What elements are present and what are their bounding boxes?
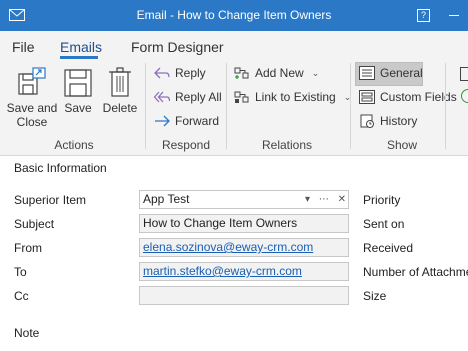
link-to-existing-button[interactable]: Link to Existing ⌄ bbox=[234, 90, 351, 104]
delete-button[interactable]: Delete bbox=[102, 66, 138, 115]
relations-group-label: Relations bbox=[261, 138, 313, 152]
title-bar: Email - How to Change Item Owners ? bbox=[0, 0, 468, 31]
reply-all-button[interactable]: Reply All bbox=[154, 90, 222, 104]
add-new-icon bbox=[234, 66, 250, 80]
forward-button[interactable]: Forward bbox=[154, 114, 219, 128]
general-icon bbox=[359, 66, 375, 80]
general-label: General bbox=[380, 66, 423, 80]
save-and-close-label-1: Save and bbox=[6, 101, 58, 115]
custom-fields-button[interactable]: Custom Fields bbox=[359, 90, 457, 104]
superior-item-value: App Test bbox=[143, 192, 190, 206]
window-title: Email - How to Change Item Owners bbox=[136, 8, 332, 22]
custom-fields-icon bbox=[359, 90, 375, 104]
reply-icon bbox=[154, 66, 170, 80]
reply-button[interactable]: Reply bbox=[154, 66, 206, 80]
subject-field[interactable]: How to Change Item Owners bbox=[139, 214, 349, 233]
chevron-down-icon: ⌄ bbox=[311, 67, 320, 78]
from-label: From bbox=[14, 241, 42, 255]
section-title-basic-information: Basic Information bbox=[14, 161, 107, 175]
save-and-close-label-2: Close bbox=[16, 115, 48, 129]
clear-icon[interactable]: ✕ bbox=[338, 194, 346, 205]
history-button[interactable]: History bbox=[359, 114, 417, 128]
delete-label: Delete bbox=[102, 101, 138, 115]
number-of-attachments-label: Number of Attachments bbox=[363, 265, 468, 279]
trash-icon bbox=[107, 67, 133, 101]
clipped-green-icon bbox=[461, 89, 468, 103]
save-and-close-button[interactable]: Save and Close bbox=[6, 66, 58, 129]
ribbon-tabs: File Emails Form Designer bbox=[0, 31, 468, 59]
link-to-existing-label: Link to Existing bbox=[255, 90, 336, 104]
minimize-button[interactable] bbox=[449, 15, 459, 16]
subject-label: Subject bbox=[14, 217, 55, 231]
general-button[interactable]: General bbox=[359, 66, 423, 80]
note-label: Note bbox=[14, 326, 40, 340]
save-icon bbox=[63, 69, 93, 101]
tab-form-designer[interactable]: Form Designer bbox=[131, 39, 224, 55]
forward-label: Forward bbox=[175, 114, 220, 128]
from-field[interactable]: elena.sozinova@eway-crm.com bbox=[139, 238, 349, 257]
show-group-label: Show bbox=[386, 138, 418, 152]
link-to-existing-icon bbox=[234, 90, 250, 104]
actions-group-label: Actions bbox=[54, 138, 94, 152]
dropdown-icon[interactable]: ▾ bbox=[305, 194, 310, 205]
ribbon-separator bbox=[445, 63, 446, 149]
superior-item-label: Superior Item bbox=[14, 193, 87, 207]
reply-label: Reply bbox=[175, 66, 206, 80]
to-email-link[interactable]: martin.stefko@eway-crm.com bbox=[143, 264, 302, 278]
to-label: To bbox=[14, 265, 27, 279]
superior-item-combo[interactable]: App Test ▾ ⋯ ✕ bbox=[139, 190, 349, 209]
save-label: Save bbox=[64, 101, 92, 115]
save-button[interactable]: Save bbox=[62, 66, 94, 115]
ribbon-separator bbox=[145, 63, 146, 149]
priority-label: Priority bbox=[363, 193, 401, 207]
from-email-link[interactable]: elena.sozinova@eway-crm.com bbox=[143, 240, 313, 254]
help-button[interactable]: ? bbox=[417, 9, 430, 22]
received-label: Received bbox=[363, 241, 414, 255]
size-label: Size bbox=[363, 289, 387, 303]
reply-all-label: Reply All bbox=[175, 90, 222, 104]
cc-label: Cc bbox=[14, 289, 29, 303]
sent-on-label: Sent on bbox=[363, 217, 405, 231]
respond-group-label: Respond bbox=[161, 138, 211, 152]
reply-all-icon bbox=[154, 90, 170, 104]
history-label: History bbox=[380, 114, 418, 128]
add-new-label: Add New bbox=[255, 66, 304, 80]
cc-field[interactable] bbox=[139, 286, 349, 305]
tab-emails[interactable]: Emails bbox=[60, 39, 102, 55]
ribbon-separator bbox=[226, 63, 227, 149]
add-new-button[interactable]: Add New ⌄ bbox=[234, 66, 319, 80]
history-icon bbox=[359, 114, 375, 128]
to-field[interactable]: martin.stefko@eway-crm.com bbox=[139, 262, 349, 281]
tab-file[interactable]: File bbox=[12, 39, 35, 55]
ribbon-separator bbox=[350, 63, 351, 149]
more-icon[interactable]: ⋯ bbox=[319, 194, 329, 205]
save-and-close-icon bbox=[15, 67, 49, 101]
clipped-ribbon-icon bbox=[460, 67, 468, 81]
forward-icon bbox=[154, 114, 170, 128]
